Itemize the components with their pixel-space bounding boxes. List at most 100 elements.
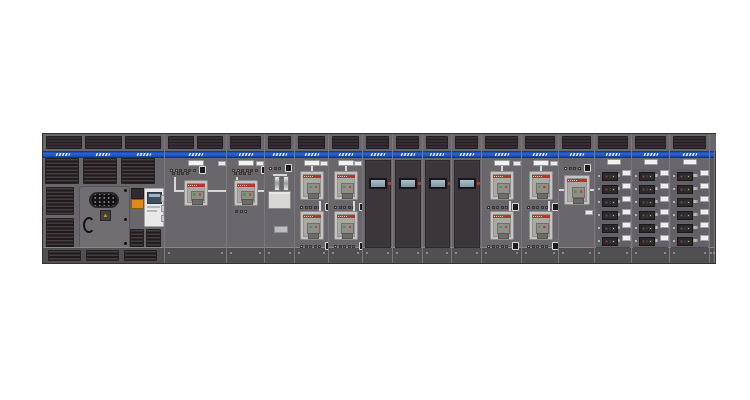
breaker-racking-slot (308, 193, 319, 199)
pilot-light-yellow (687, 175, 690, 178)
section-body (295, 158, 328, 248)
bucket-handle (655, 226, 658, 229)
pilot-light-red (492, 245, 495, 248)
brand-stripe (227, 151, 264, 158)
top-trim-panel (525, 136, 555, 149)
pilot-light-yellow (687, 227, 690, 230)
door-handle (83, 217, 95, 233)
top-trim (393, 134, 422, 151)
pilot-light-yellow (334, 206, 337, 209)
louver-vent (46, 218, 74, 248)
pilot-light-green (609, 214, 612, 217)
mcc-bucket (633, 195, 668, 209)
pilot-light-green (186, 172, 189, 175)
control-switch (285, 164, 292, 172)
bucket-nameplate (700, 196, 709, 202)
plinth-screw (673, 252, 675, 254)
bucket-handle (618, 213, 620, 216)
plinth-screw (387, 252, 389, 254)
pilot-light-green (573, 167, 576, 170)
pilot-light-red (492, 206, 495, 209)
plinth (670, 247, 709, 263)
screw (124, 218, 127, 221)
pilot-light-red (680, 214, 683, 217)
multipin-connector-panel (89, 192, 119, 208)
plinth (165, 247, 226, 263)
plinth-screw (553, 252, 555, 254)
pilot-light-green (646, 175, 649, 178)
brand-stripe (595, 151, 631, 158)
brand-logo-icon (136, 153, 151, 156)
bus-tie-breaker-section (558, 134, 594, 263)
generator-plinth (43, 247, 164, 263)
breaker-stripe-markings (494, 216, 504, 218)
louver-vent (45, 158, 79, 184)
section-nameplate (644, 159, 658, 165)
breaker-stripe-markings (494, 176, 504, 178)
pilot-light-red (348, 245, 351, 248)
pilot-light-red (605, 175, 608, 178)
brand-logo-icon (459, 153, 474, 156)
mimic-line (174, 177, 176, 191)
plinth-screw (598, 252, 600, 254)
control-hmi-panel-2 (392, 134, 422, 263)
plinth-screw (289, 252, 291, 254)
louver-vent (130, 229, 144, 248)
plinth-screw (446, 252, 448, 254)
plinth-screw (710, 252, 712, 254)
bucket-handle (618, 239, 620, 242)
mcc-column-2 (631, 134, 669, 263)
plinth-screw (268, 252, 270, 254)
pilot-light-green (240, 210, 243, 213)
section-body (165, 158, 226, 248)
mimic-line (548, 201, 550, 211)
plinth (632, 247, 669, 263)
pilot-light-red (642, 214, 645, 217)
plinth-screw (396, 252, 398, 254)
feeder-breaker-section-4 (521, 134, 558, 263)
pilot-light-green (545, 245, 548, 248)
bucket-handle (618, 226, 620, 229)
bucket-nameplate (700, 209, 709, 215)
top-trim (710, 134, 716, 151)
pilot-light-green (684, 227, 687, 230)
breaker-racking-slot (573, 198, 584, 204)
mimic-line (208, 190, 226, 192)
pilot-light-red (274, 167, 277, 170)
pilot-light-green (496, 245, 499, 248)
plinth-screw (230, 252, 232, 254)
brand-stripe (482, 151, 521, 158)
pilot-light-yellow (527, 206, 530, 209)
pilot-light-white (269, 167, 272, 170)
section-body (670, 158, 709, 248)
bucket-screw (598, 227, 600, 229)
top-trim-panel (197, 136, 223, 149)
bucket-nameplate (660, 222, 669, 228)
mcc-bucket (671, 221, 708, 235)
louver-vent (46, 187, 74, 215)
circuit-breaker (334, 171, 358, 200)
bucket-screw (635, 214, 637, 216)
breaker-racking-slot (498, 233, 509, 239)
pilot-light-yellow (578, 167, 581, 170)
plinth-screw (221, 252, 223, 254)
breaker-trip-unit (572, 187, 585, 198)
brand-logo-icon (569, 153, 584, 156)
louver-vent (146, 229, 161, 248)
hmi-door (425, 160, 450, 248)
plinth-screw (476, 252, 478, 254)
bucket-handle (618, 187, 620, 190)
top-trim-panel (366, 136, 389, 149)
bucket-screw (635, 175, 637, 177)
pilot-light-red (680, 188, 683, 191)
pilot-light-yellow (244, 210, 247, 213)
plinth-screw (323, 252, 325, 254)
top-trim (670, 134, 709, 151)
mcc-bucket (633, 182, 668, 196)
breaker-red-indicator (580, 190, 583, 193)
bucket-nameplate (700, 222, 709, 228)
top-trim (482, 134, 521, 151)
mcc-bucket (671, 169, 708, 183)
top-trim (265, 134, 294, 151)
bucket-handle (655, 213, 658, 216)
